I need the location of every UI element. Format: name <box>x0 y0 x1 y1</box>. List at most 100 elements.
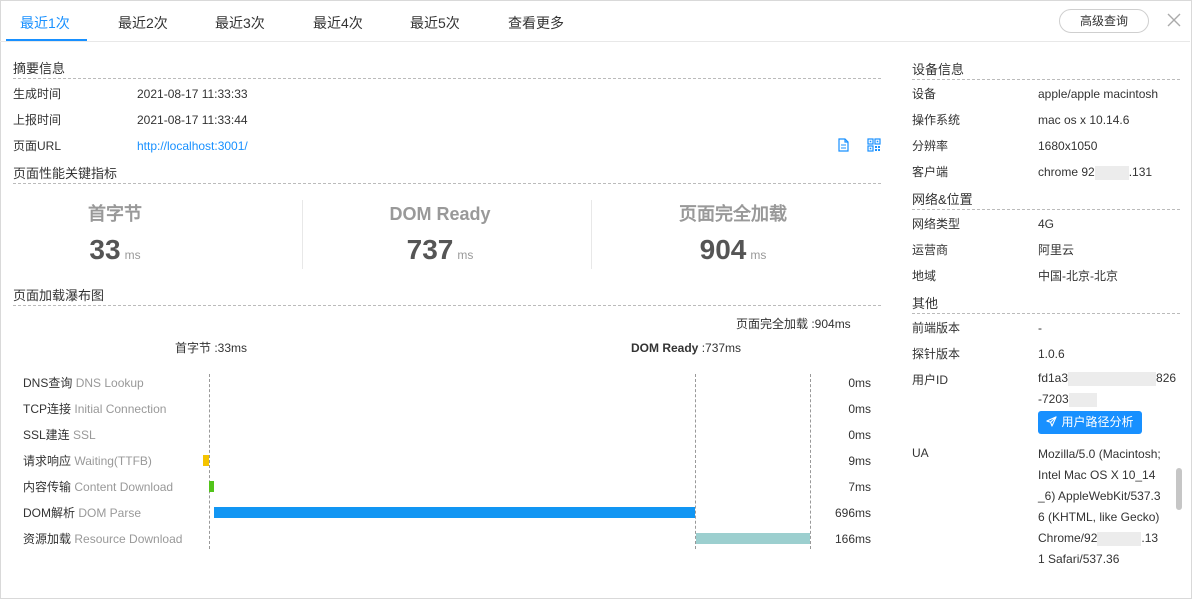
waterfall-row-cn: 内容传输 <box>23 480 72 494</box>
qrcode-icon[interactable] <box>867 138 881 152</box>
waterfall-bar[interactable] <box>203 455 209 466</box>
metric-unit: ms <box>457 248 474 262</box>
resolution-value: 1680x1050 <box>1038 139 1098 153</box>
dom-ready-line <box>695 374 696 549</box>
redacted-block <box>1097 531 1128 546</box>
metric-name: 页面完全加载 <box>679 204 787 224</box>
tab-last-4[interactable]: 最近4次 <box>313 0 363 42</box>
waterfall-bar[interactable] <box>214 507 695 518</box>
tab-last-2[interactable]: 最近2次 <box>118 0 168 42</box>
client-label: 客户端 <box>912 165 949 179</box>
carrier-value: 阿里云 <box>1038 243 1075 257</box>
waterfall-row-label: SSL建连 SSL <box>23 427 96 443</box>
waterfall-row-duration: 0ms <box>848 376 871 390</box>
waterfall-row-cn: TCP连接 <box>23 402 72 416</box>
waterfall-row-cn: DNS查询 <box>23 376 73 390</box>
user-id-part: fd1a3 <box>1038 371 1069 385</box>
metric-name: 首字节 <box>88 204 142 224</box>
waterfall-row-duration: 166ms <box>834 532 871 546</box>
dom-ready-marker-label: DOM Ready :737ms <box>631 340 741 356</box>
waterfall-bar[interactable] <box>209 481 214 492</box>
user-path-analysis-label: 用户路径分析 <box>1061 415 1134 429</box>
tab-last-1[interactable]: 最近1次 <box>20 0 70 42</box>
region-label: 地域 <box>912 269 937 283</box>
waterfall-row-en: Resource Download <box>74 532 183 546</box>
page-url-label: 页面URL <box>13 139 62 153</box>
waterfall-row-en: SSL <box>73 428 96 442</box>
redacted-block <box>1068 392 1097 407</box>
metric-name: DOM Ready <box>389 204 491 224</box>
carrier-label: 运营商 <box>912 243 949 257</box>
os-label: 操作系统 <box>912 113 961 127</box>
network-type-value: 4G <box>1038 217 1055 231</box>
device-value: apple/apple macintosh <box>1038 87 1159 101</box>
generated-time-value: 2021-08-17 11:33:33 <box>137 87 248 101</box>
tab-last-3[interactable]: 最近3次 <box>215 0 265 42</box>
metric-unit: ms <box>750 248 767 262</box>
other-title: 其他 <box>912 294 1180 314</box>
waterfall-row-duration: 0ms <box>848 402 871 416</box>
waterfall-bar[interactable] <box>696 533 810 544</box>
full-load-marker-label: 页面完全加载 :904ms <box>736 317 851 331</box>
metric-first-byte: 首字节 33 ms <box>0 200 260 270</box>
active-tab-indicator <box>6 39 87 41</box>
summary-title: 摘要信息 <box>13 59 881 79</box>
redacted-block <box>1094 165 1129 180</box>
waterfall-row-duration: 696ms <box>834 506 871 520</box>
waterfall-row-label: 请求响应 Waiting(TTFB) <box>23 453 152 469</box>
tab-view-more[interactable]: 查看更多 <box>508 0 564 42</box>
waterfall-row-en: Content Download <box>74 480 174 494</box>
waterfall-row-en: Waiting(TTFB) <box>74 454 152 468</box>
advanced-query-button[interactable]: 高级查询 <box>1059 9 1149 33</box>
frontend-version-label: 前端版本 <box>912 321 961 335</box>
metrics-title: 页面性能关键指标 <box>13 164 881 184</box>
tab-last-5[interactable]: 最近5次 <box>410 0 460 42</box>
region-value: 中国-北京-北京 <box>1038 269 1118 283</box>
resolution-label: 分辨率 <box>912 139 949 153</box>
user-id-label: 用户ID <box>912 373 949 387</box>
waterfall-row-label: DNS查询 DNS Lookup <box>23 375 144 391</box>
waterfall-row-label: 资源加载 Resource Download <box>23 531 182 547</box>
metric-value: 33 <box>89 234 121 265</box>
device-title: 设备信息 <box>912 60 1180 80</box>
close-icon[interactable] <box>1167 13 1181 27</box>
network-title: 网络&位置 <box>912 190 1180 210</box>
metric-value: 904 <box>699 234 747 265</box>
reported-time-label: 上报时间 <box>13 113 62 127</box>
waterfall-row-label: DOM解析 DOM Parse <box>23 505 141 521</box>
probe-version-label: 探针版本 <box>912 347 961 361</box>
tab-bar: 最近1次 最近2次 最近3次 最近4次 最近5次 查看更多 高级查询 <box>0 0 1190 42</box>
redacted-block <box>1068 371 1157 386</box>
user-path-analysis-button[interactable]: 用户路径分析 <box>1038 411 1142 434</box>
user-id-part: 826 <box>1156 371 1177 385</box>
user-id-part: -7203 <box>1038 392 1069 406</box>
page-url-link[interactable]: http://localhost:3001/ <box>137 138 248 154</box>
first-byte-marker-label: 首字节 :33ms <box>175 341 248 355</box>
waterfall-row-label: TCP连接 Initial Connection <box>23 401 166 417</box>
copy-icon[interactable] <box>837 138 849 152</box>
ua-label: UA <box>912 446 929 460</box>
waterfall-row-en: DOM Parse <box>78 506 142 520</box>
waterfall-row-en: Initial Connection <box>74 402 167 416</box>
generated-time-label: 生成时间 <box>13 87 62 101</box>
waterfall-row-cn: SSL建连 <box>23 428 70 442</box>
metric-dom-ready: DOM Ready 737 ms <box>295 200 585 270</box>
dom-ready-marker-name: DOM Ready <box>631 341 699 355</box>
panel-scrollbar-thumb[interactable] <box>1176 468 1182 510</box>
reported-time-value: 2021-08-17 11:33:44 <box>137 113 248 127</box>
waterfall-row-duration: 7ms <box>848 480 871 494</box>
waterfall-row-cn: DOM解析 <box>23 506 75 520</box>
client-value-prefix: chrome 92 <box>1038 165 1095 179</box>
device-label: 设备 <box>912 87 937 101</box>
client-value: chrome 92 .131 <box>1038 164 1152 180</box>
user-id-value: fd1a3 826 -7203 <box>1038 368 1176 410</box>
redacted-block <box>1127 531 1142 546</box>
network-type-label: 网络类型 <box>912 217 961 231</box>
send-icon <box>1046 416 1058 427</box>
os-value: mac os x 10.14.6 <box>1038 113 1130 127</box>
dom-ready-marker-value: :737ms <box>698 341 742 355</box>
waterfall-row-label: 内容传输 Content Download <box>23 479 173 495</box>
metric-unit: ms <box>124 248 141 262</box>
waterfall-title: 页面加载瀑布图 <box>13 286 881 306</box>
waterfall-row-duration: 9ms <box>848 454 871 468</box>
